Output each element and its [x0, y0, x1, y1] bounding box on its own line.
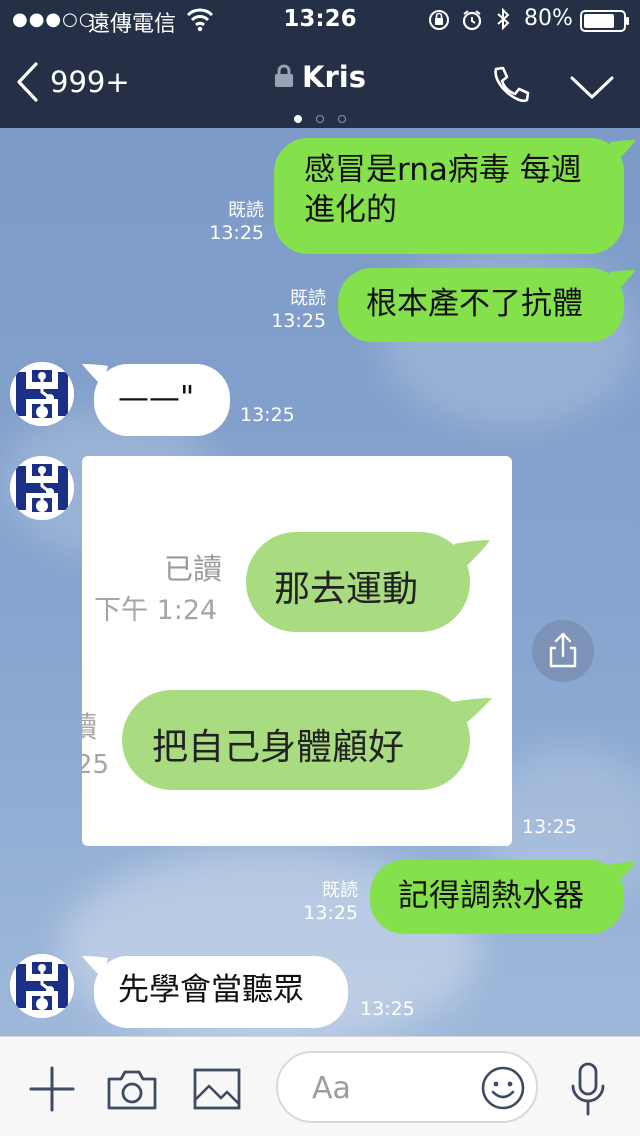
top-bar: ●●●○○ 遠傳電信 13:26 80% 999+ Kris: [0, 0, 640, 128]
message-meta: 既読 13:25: [188, 200, 264, 244]
avatar[interactable]: [10, 362, 74, 426]
battery-percent: 80%: [524, 6, 573, 31]
read-receipt: 既読: [228, 200, 264, 221]
lock-icon: [275, 64, 293, 87]
avatar-logo-icon: [10, 362, 74, 426]
message-bubble-outgoing[interactable]: 記得調熱水器: [370, 860, 624, 934]
bubble-tail: [610, 862, 636, 884]
message-meta: 既読 13:25: [250, 288, 326, 332]
message-bubble-outgoing[interactable]: 根本產不了抗體: [338, 268, 624, 342]
message-text: 先學會當聽眾: [118, 972, 304, 1008]
microphone-icon[interactable]: [568, 1061, 608, 1117]
bluetooth-icon: [497, 8, 510, 31]
emoji-icon[interactable]: [480, 1065, 526, 1111]
message-time: 13:25: [360, 998, 415, 1020]
photo-time: 下午 1:24: [94, 595, 218, 626]
chat-area[interactable]: 感冒是rna病毒 每週 進化的 既読 13:25 根本產不了抗體 既読 13:2…: [0, 128, 640, 1036]
chat-title: Kris: [0, 60, 640, 94]
message-meta: 既読 13:25: [282, 880, 358, 924]
battery-icon: [580, 10, 629, 32]
message-time: 13:25: [522, 816, 577, 838]
rotation-lock-icon: [429, 10, 449, 30]
message-time: 13:25: [271, 310, 326, 332]
message-time: 13:25: [240, 404, 295, 426]
bubble-tail: [454, 540, 490, 570]
bubble-tail: [452, 698, 492, 728]
message-time: 13:25: [303, 902, 358, 924]
chat-header: 999+ Kris: [0, 40, 640, 128]
message-bubble-outgoing[interactable]: 感冒是rna病毒 每週 進化的: [274, 138, 624, 254]
camera-icon[interactable]: [106, 1067, 158, 1111]
avatar-logo-icon: [10, 456, 74, 520]
photo-time-cropped: 25: [82, 750, 110, 780]
photo-read-receipt-cropped: 讀: [82, 710, 98, 744]
message-text: ——": [118, 380, 195, 416]
page-dot: [338, 115, 346, 123]
page-dot: [294, 115, 302, 123]
status-bar: ●●●○○ 遠傳電信 13:26 80%: [0, 0, 640, 40]
chat-title-text: Kris: [302, 60, 366, 94]
alarm-icon: [462, 10, 482, 31]
photo-bubble-text: 那去運動: [274, 569, 419, 610]
image-icon[interactable]: [192, 1067, 242, 1111]
message-text: 感冒是rna病毒 每週: [304, 152, 582, 188]
bubble-tail: [610, 140, 636, 162]
phone-call-icon[interactable]: [488, 64, 532, 108]
message-text: 根本產不了抗體: [366, 286, 583, 322]
status-icons: [429, 8, 510, 31]
image-message[interactable]: 已讀 下午 1:24 那去運動 讀 25 把自己身體顧好: [82, 456, 512, 846]
avatar-logo-icon: [10, 954, 74, 1018]
message-time: 13:25: [209, 222, 264, 244]
message-input-placeholder: Aa: [312, 1071, 351, 1106]
page-indicator: [0, 108, 640, 127]
page-dot: [316, 115, 324, 123]
share-button[interactable]: [532, 620, 594, 682]
message-bubble-incoming[interactable]: 先學會當聽眾: [94, 956, 348, 1028]
bubble-tail: [82, 956, 108, 978]
read-receipt: 既読: [290, 288, 326, 309]
photo-bubble-text: 把自己身體顧好: [152, 727, 405, 768]
photo-read-receipt: 已讀: [164, 552, 223, 586]
bubble-tail: [610, 270, 636, 292]
avatar[interactable]: [10, 456, 74, 520]
input-bar: Aa: [0, 1036, 640, 1136]
plus-icon[interactable]: [28, 1065, 76, 1113]
message-text: 進化的: [304, 192, 397, 228]
message-bubble-incoming[interactable]: ——": [94, 364, 230, 436]
read-receipt: 既読: [322, 880, 358, 901]
chevron-down-icon[interactable]: [568, 72, 616, 102]
share-icon: [549, 632, 577, 668]
avatar[interactable]: [10, 954, 74, 1018]
bubble-tail: [82, 364, 108, 386]
message-input[interactable]: Aa: [276, 1051, 538, 1123]
message-text: 記得調熱水器: [398, 878, 584, 914]
